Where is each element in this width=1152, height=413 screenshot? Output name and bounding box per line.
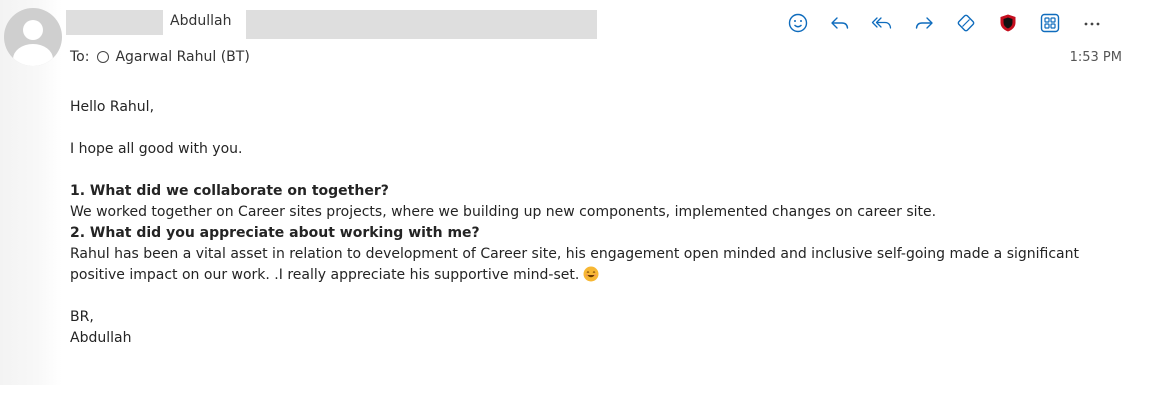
greeting: Hello Rahul, [70,99,155,115]
answer-2-paragraph: Rahul has been a vital asset in relation… [70,244,1110,286]
opening-line: I hope all good with you. [70,141,243,157]
emoji-reaction-button[interactable] [786,11,810,35]
question-1: 1. What did we collaborate on together? [70,183,389,199]
forward-icon [915,17,933,29]
answer-2: Rahul has been a vital asset in relation… [70,246,1079,283]
more-actions-button[interactable] [1080,11,1104,35]
message-body: Hello Rahul, I hope all good with you. 1… [70,97,1110,349]
more-icon [1084,22,1100,26]
forward-button[interactable] [912,11,936,35]
reply-all-button[interactable] [870,11,894,35]
sender-name[interactable]: Abdullah [170,13,231,29]
reply-all-icon [871,17,892,29]
apps-button[interactable] [1038,11,1062,35]
received-time: 1:53 PM [1069,50,1122,65]
recipient-line: To: Agarwal Rahul (BT) [70,49,250,65]
redacted-area [66,10,163,35]
reply-icon [831,17,849,29]
signature: Abdullah [70,330,132,346]
redacted-area [246,10,597,39]
apps-icon [1040,13,1060,33]
emoji-icon [788,13,808,33]
tag-button[interactable] [954,11,978,35]
recipient-name[interactable]: Agarwal Rahul (BT) [115,49,249,65]
security-addin-button[interactable] [996,11,1020,35]
signoff: BR, [70,309,94,325]
smiling-face-emoji-icon [583,266,599,282]
question-2: 2. What did you appreciate about working… [70,225,480,241]
avatar-shoulders-shape [13,44,53,66]
presence-status-icon [97,51,110,63]
message-toolbar [786,9,1104,37]
shield-icon [1000,14,1016,32]
answer-1: We worked together on Career sites proje… [70,204,937,220]
avatar[interactable] [4,8,62,66]
avatar-head-shape [23,20,43,40]
reply-button[interactable] [828,11,852,35]
to-label: To: [70,49,90,65]
tag-icon [957,14,975,32]
